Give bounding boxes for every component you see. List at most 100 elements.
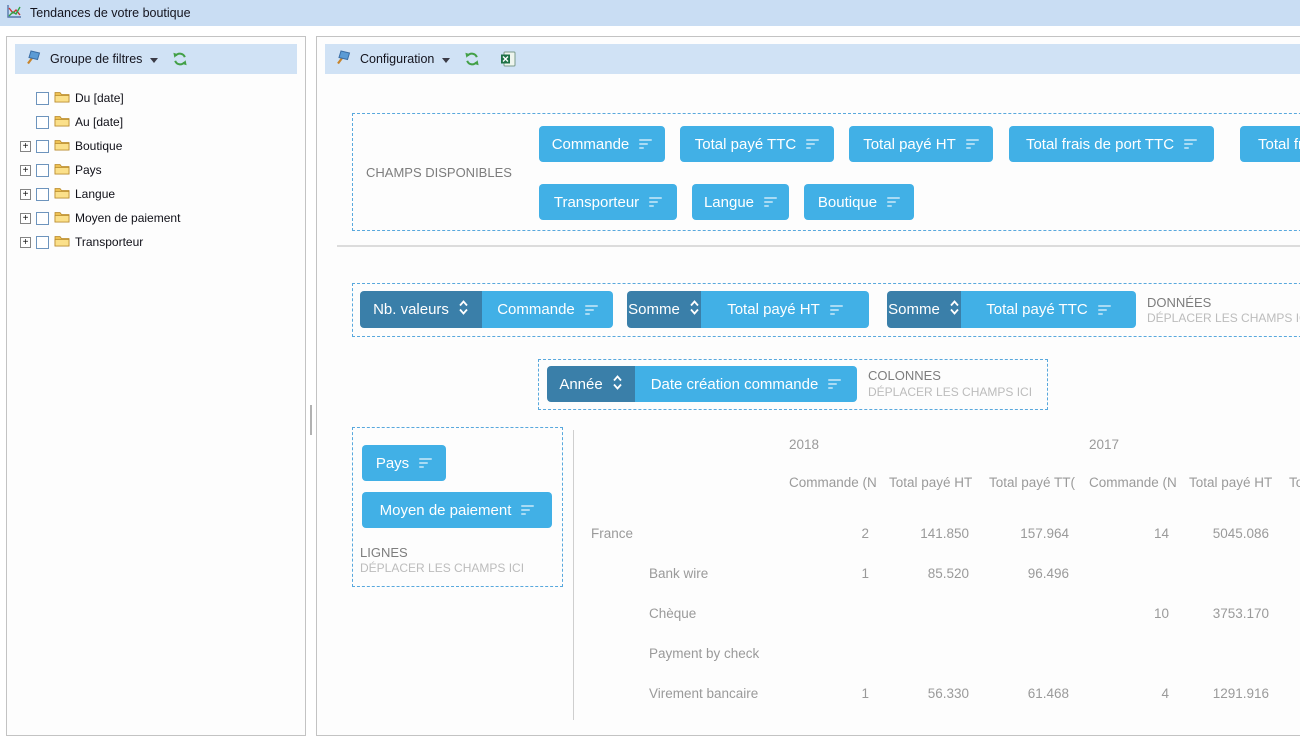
tree-item-pays[interactable]: Pays (20, 159, 102, 181)
tree-item-label[interactable]: Au [date] (75, 115, 123, 129)
filter-icon[interactable] (830, 305, 843, 315)
aggregation-segment[interactable]: Année (547, 366, 635, 402)
filter-icon[interactable] (639, 139, 652, 149)
checkbox[interactable] (36, 236, 49, 249)
pivot-col-header[interactable]: Commande (N (789, 475, 889, 490)
filter-icon[interactable] (649, 197, 662, 207)
tree-item-label[interactable]: Du [date] (75, 91, 124, 105)
filter-icon[interactable] (1184, 139, 1197, 149)
tree-item-du-date[interactable]: Du [date] (36, 87, 124, 109)
tree-item-label[interactable]: Boutique (75, 139, 122, 153)
filter-icon[interactable] (419, 458, 432, 468)
field-segment[interactable]: Total payé HT (701, 291, 869, 328)
field-label: Total payé HT (727, 301, 820, 318)
pivot-cell: 3753.170 (1189, 594, 1289, 634)
checkbox[interactable] (36, 164, 49, 177)
pivot-cell: 1 (789, 674, 889, 714)
tree-item-transporteur[interactable]: Transporteur (20, 231, 143, 253)
tree-item-langue[interactable]: Langue (20, 183, 115, 205)
tree-item-label[interactable]: Langue (75, 187, 115, 201)
chevron-down-icon[interactable] (150, 58, 158, 63)
field-button-label: Total payé HT (863, 136, 956, 153)
pivot-col-header[interactable]: Total payé HT (1189, 475, 1289, 490)
filter-icon[interactable] (521, 505, 534, 515)
checkbox[interactable] (36, 92, 49, 105)
aggregation-label: Somme (628, 301, 680, 318)
field-segment[interactable]: Total payé TTC (961, 291, 1136, 328)
line-chart-icon (6, 4, 22, 22)
field-button-commande[interactable]: Commande (539, 126, 665, 162)
pivot-cell (889, 594, 989, 634)
pivot-year-group[interactable]: 2018 (789, 437, 819, 452)
chevron-down-icon[interactable] (442, 58, 450, 63)
field-button-langue[interactable]: Langue (692, 184, 789, 220)
tree-item-label[interactable]: Moyen de paiement (75, 211, 180, 225)
pivot-col-header[interactable]: Commande (N (1089, 475, 1189, 490)
measure-commande[interactable]: Nb. valeurs Commande (360, 291, 613, 328)
expand-icon[interactable] (20, 213, 31, 224)
pivot-row-label[interactable]: Virement bancaire (574, 674, 789, 714)
checkbox[interactable] (36, 212, 49, 225)
row-field-pays[interactable]: Pays (362, 445, 446, 481)
tree-item-label[interactable]: Transporteur (75, 235, 143, 249)
field-button-transporteur[interactable]: Transporteur (539, 184, 677, 220)
filter-icon[interactable] (764, 197, 777, 207)
field-chooser-icon (25, 50, 42, 68)
aggregation-segment[interactable]: Somme (887, 291, 961, 328)
field-button-boutique[interactable]: Boutique (804, 184, 914, 220)
available-fields-zone-label: CHAMPS DISPONIBLES (366, 165, 512, 180)
field-segment[interactable]: Date création commande (635, 366, 857, 402)
panel-splitter[interactable] (310, 405, 312, 435)
tree-item-moyen-de-paiement[interactable]: Moyen de paiement (20, 207, 180, 229)
sort-updown-icon[interactable] (458, 299, 469, 320)
sort-updown-icon[interactable] (612, 374, 623, 395)
excel-export-button[interactable] (500, 51, 516, 67)
sort-updown-icon[interactable] (689, 299, 700, 320)
field-label: Date création commande (651, 376, 819, 393)
refresh-icon[interactable] (172, 51, 188, 67)
pivot-header-row: Commande (N Total payé HT Total payé TT(… (789, 475, 1300, 490)
pivot-col-header[interactable]: Total payé TT( (989, 475, 1089, 490)
measure-total-paye-ttc[interactable]: Somme Total payé TTC (887, 291, 1136, 328)
filter-icon[interactable] (966, 139, 979, 149)
pivot-row-label[interactable]: Chèque (574, 594, 789, 634)
expand-icon[interactable] (20, 165, 31, 176)
checkbox[interactable] (36, 140, 49, 153)
pivot-row-label[interactable]: France (574, 514, 789, 554)
tree-item-au-date[interactable]: Au [date] (36, 111, 123, 133)
rows-zone-hint: DÉPLACER LES CHAMPS ICI (360, 561, 524, 575)
measure-total-paye-ht[interactable]: Somme Total payé HT (627, 291, 869, 328)
pivot-row-label[interactable]: Payment by check (574, 634, 789, 674)
data-zone-hint: DÉPLACER LES CHAMPS ICI (1147, 311, 1300, 325)
pivot-row-payment-by-check: Payment by check (574, 634, 1300, 674)
sort-updown-icon[interactable] (949, 299, 960, 320)
field-segment[interactable]: Commande (482, 291, 613, 328)
filter-icon[interactable] (806, 139, 819, 149)
folder-icon (54, 90, 70, 106)
refresh-icon[interactable] (464, 51, 480, 67)
field-button-total-paye-ht[interactable]: Total payé HT (849, 126, 993, 162)
expand-icon[interactable] (20, 189, 31, 200)
tree-item-label[interactable]: Pays (75, 163, 102, 177)
filter-icon[interactable] (887, 197, 900, 207)
field-button-total-paye-ttc[interactable]: Total payé TTC (680, 126, 834, 162)
checkbox[interactable] (36, 188, 49, 201)
pivot-row-label[interactable]: Bank wire (574, 554, 789, 594)
tree-item-boutique[interactable]: Boutique (20, 135, 122, 157)
checkbox[interactable] (36, 116, 49, 129)
pivot-year-group[interactable]: 2017 (1089, 437, 1119, 452)
aggregation-segment[interactable]: Somme (627, 291, 701, 328)
pivot-col-header[interactable]: Total payé HT (889, 475, 989, 490)
filter-icon[interactable] (828, 379, 841, 389)
field-button-total-frais-de-port-ttc[interactable]: Total frais de port TTC (1009, 126, 1214, 162)
pivot-col-header[interactable]: To (1289, 475, 1300, 490)
row-field-moyen-de-paiement[interactable]: Moyen de paiement (362, 492, 552, 528)
expand-icon[interactable] (20, 141, 31, 152)
column-field-date-creation[interactable]: Année Date création commande (547, 366, 857, 402)
expand-icon[interactable] (20, 237, 31, 248)
field-button-label: Total frais de port TTC (1026, 136, 1174, 153)
aggregation-segment[interactable]: Nb. valeurs (360, 291, 482, 328)
filter-icon[interactable] (1098, 305, 1111, 315)
field-button-total-frais-clipped[interactable]: Total fra (1240, 126, 1300, 162)
filter-icon[interactable] (585, 305, 598, 315)
